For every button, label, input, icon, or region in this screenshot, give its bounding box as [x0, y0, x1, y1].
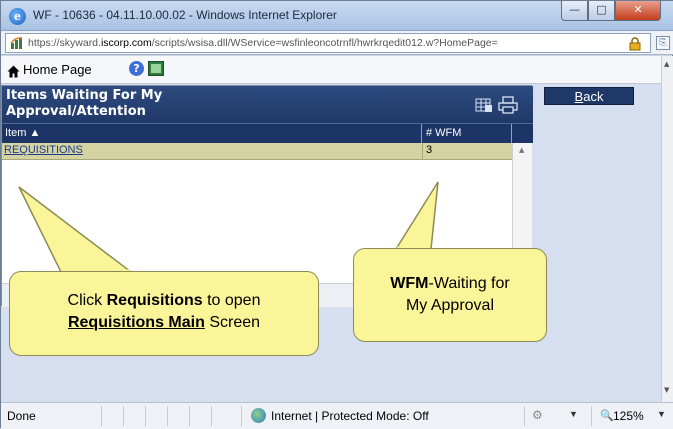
- scroll-up-arrow-icon[interactable]: ▲: [664, 60, 669, 68]
- maximize-button[interactable]: □: [588, 1, 615, 21]
- home-toolbar: Home Page ?: [1, 56, 661, 84]
- status-divider: [591, 406, 592, 426]
- zoom-level[interactable]: 125%: [613, 409, 644, 423]
- table-row[interactable]: REQUISITIONS 3: [2, 143, 512, 160]
- wfm-count: 3: [426, 144, 433, 156]
- globe-icon: [251, 408, 266, 423]
- lock-icon[interactable]: [628, 36, 642, 51]
- scroll-up-arrow-icon[interactable]: ▲: [519, 146, 524, 154]
- status-bar: Done Internet | Protected Mode: Off ⚙ ▼ …: [1, 402, 673, 429]
- column-header-item[interactable]: Item ▲: [2, 124, 422, 144]
- title-bar: e WF - 10636 - 04.11.10.00.02 - Windows …: [1, 1, 673, 31]
- security-zone[interactable]: Internet | Protected Mode: Off: [271, 409, 429, 423]
- minimize-button[interactable]: —: [561, 1, 588, 21]
- url-field[interactable]: https://skyward.iscorp.com/scripts/wsisa…: [5, 33, 651, 53]
- window-title: WF - 10636 - 04.11.10.00.02 - Windows In…: [33, 8, 337, 22]
- back-button[interactable]: Back: [544, 87, 634, 105]
- protected-mode-icon[interactable]: ⚙: [532, 408, 548, 423]
- compatibility-view-icon[interactable]: ⎘: [656, 36, 670, 50]
- address-bar: https://skyward.iscorp.com/scripts/wsisa…: [1, 31, 673, 55]
- close-button[interactable]: ✕: [615, 1, 661, 21]
- status-divider: [145, 406, 146, 426]
- status-divider: [101, 406, 102, 426]
- status-divider: [241, 406, 242, 426]
- panel-title: Items Waiting For My Approval/Attention: [6, 88, 163, 119]
- status-divider: [211, 406, 212, 426]
- site-favicon-icon: [10, 37, 23, 50]
- print-icon[interactable]: [498, 96, 518, 114]
- callout-line: Click Requisitions to open: [67, 292, 261, 309]
- callout-line: WFM-Waiting for: [390, 275, 510, 292]
- wfm-callout: WFM-Waiting for My Approval: [353, 248, 547, 342]
- home-page-link[interactable]: Home Page: [23, 62, 92, 77]
- column-divider: [422, 143, 423, 160]
- help-icon[interactable]: ?: [129, 61, 144, 76]
- scroll-down-arrow-icon[interactable]: ▼: [664, 386, 669, 394]
- app-switcher-icon[interactable]: [148, 61, 164, 76]
- column-header-row: Item ▲ # WFM: [2, 123, 533, 144]
- status-divider: [123, 406, 124, 426]
- status-text: Done: [7, 409, 36, 423]
- browser-window: e WF - 10636 - 04.11.10.00.02 - Windows …: [0, 0, 673, 429]
- status-divider: [524, 406, 525, 426]
- column-header-wfm[interactable]: # WFM: [422, 124, 512, 144]
- ie-logo-icon: e: [9, 8, 26, 25]
- callout-line: Requisitions Main Screen: [67, 314, 261, 331]
- requisitions-link[interactable]: REQUISITIONS: [4, 144, 83, 156]
- chevron-down-icon[interactable]: ▼: [657, 409, 666, 419]
- panel-header: Items Waiting For My Approval/Attention: [2, 86, 533, 123]
- home-icon[interactable]: [7, 63, 20, 78]
- status-divider: [189, 406, 190, 426]
- zoom-icon[interactable]: 🔍: [600, 409, 614, 422]
- status-divider: [167, 406, 168, 426]
- callout-line: My Approval: [405, 297, 495, 314]
- requisitions-callout: Click Requisitions to open Requisitions …: [9, 271, 319, 356]
- grid-view-icon[interactable]: [475, 97, 493, 113]
- url-text: https://skyward.iscorp.com/scripts/wsisa…: [28, 37, 498, 49]
- page-scrollbar[interactable]: ▲ ▼: [661, 56, 673, 402]
- chevron-down-icon[interactable]: ▼: [569, 409, 578, 419]
